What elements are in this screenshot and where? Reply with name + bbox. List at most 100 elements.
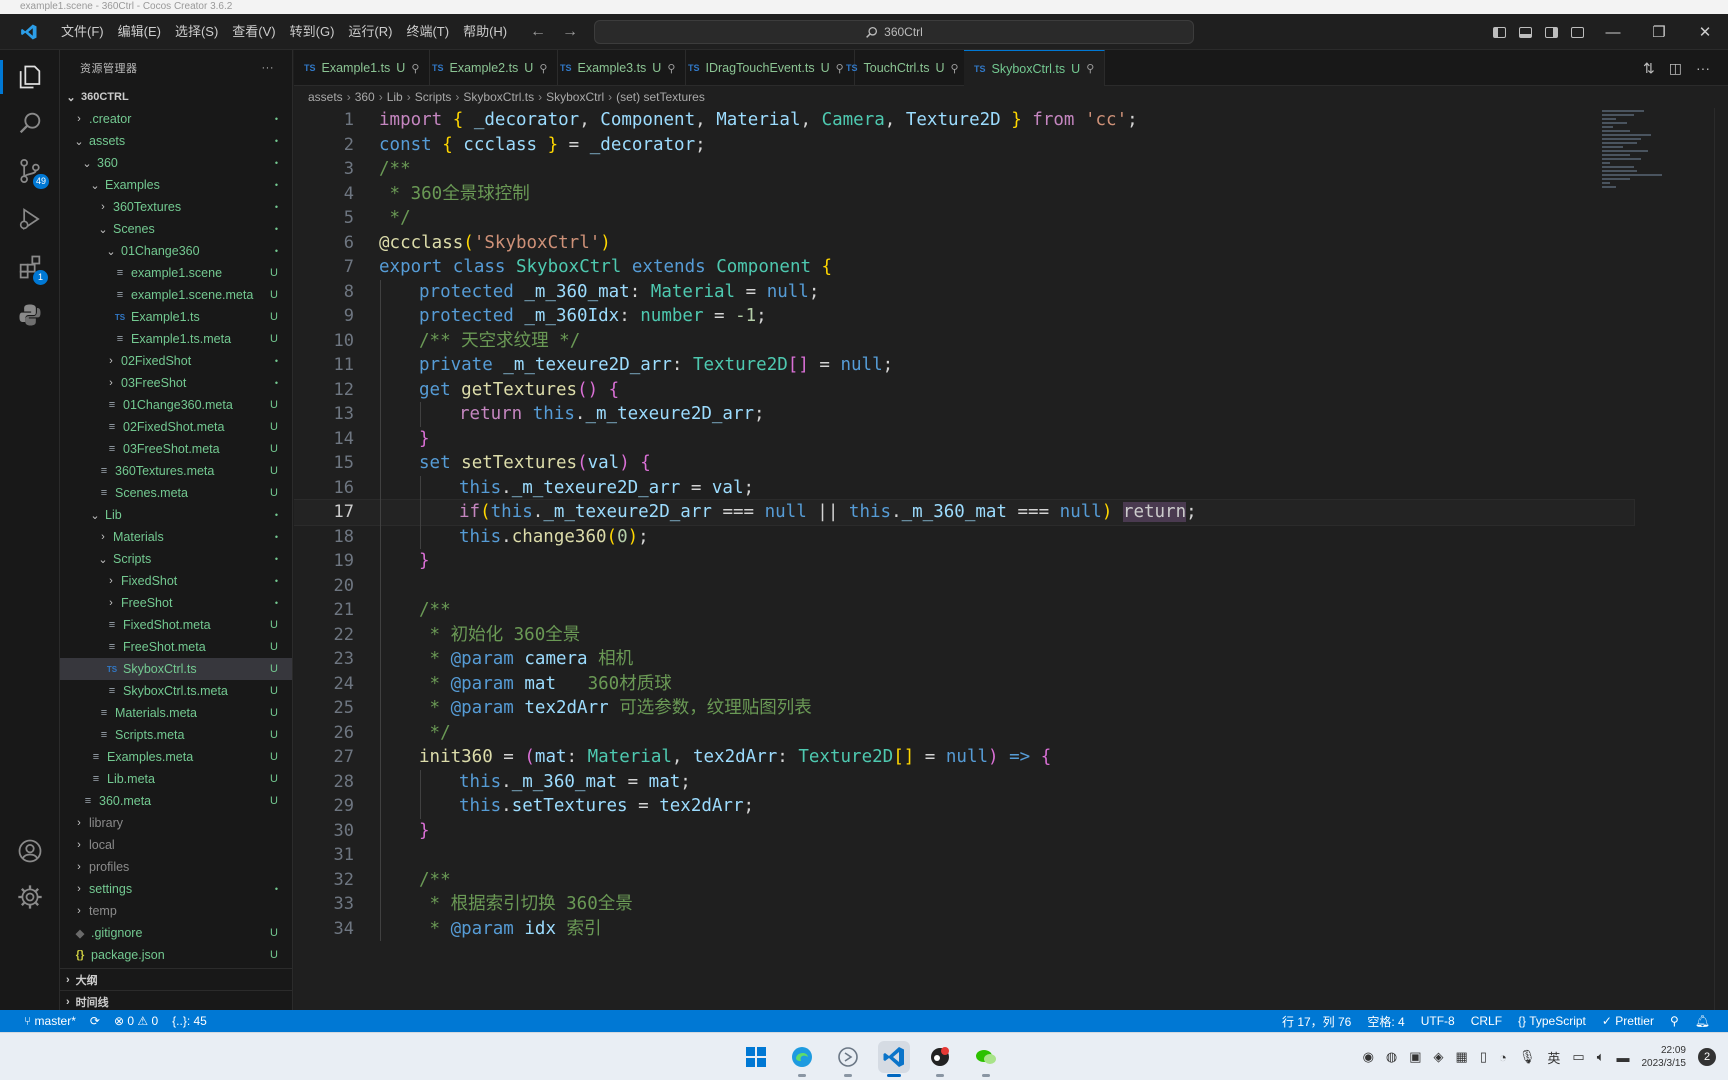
- code-line[interactable]: 3 /**: [294, 157, 1634, 182]
- editor-tab[interactable]: TS TouchCtrl.ts U ⚲: [836, 50, 970, 86]
- edge-browser-icon[interactable]: [786, 1041, 818, 1077]
- command-center-search[interactable]: 360Ctrl: [594, 20, 1194, 44]
- sync-icon[interactable]: ⟳: [90, 1014, 100, 1028]
- code-line[interactable]: 20: [294, 574, 1634, 599]
- code-line[interactable]: 17 if(this._m_texeure2D_arr === null || t…: [294, 499, 1635, 526]
- code-line[interactable]: 1 import { _decorator, Component, Materia…: [294, 108, 1634, 133]
- code-line[interactable]: 6 @ccclass('SkyboxCtrl'): [294, 231, 1634, 256]
- editor-scrollbar[interactable]: [1714, 108, 1728, 1010]
- menu-item[interactable]: 运行(R): [341, 14, 399, 50]
- breadcrumb-item[interactable]: SkyboxCtrl.ts: [463, 90, 534, 104]
- code-line[interactable]: 16 this._m_texeure2D_arr = val;: [294, 476, 1634, 501]
- close-window-button[interactable]: ✕: [1682, 14, 1728, 50]
- cocos-creator-icon[interactable]: [924, 1041, 956, 1077]
- tray-app-icon[interactable]: ▣: [1409, 1049, 1421, 1065]
- menu-item[interactable]: 查看(V): [225, 14, 282, 50]
- pin-icon[interactable]: ⚲: [411, 62, 419, 75]
- code-line[interactable]: 24 * @param mat 360材质球: [294, 672, 1634, 697]
- tree-item[interactable]: ≡ 03FreeShot.meta U: [60, 438, 292, 460]
- windows-start-icon[interactable]: [740, 1041, 772, 1073]
- breadcrumb-item[interactable]: (set) setTextures: [616, 90, 705, 104]
- tree-item[interactable]: ⌄ Scenes •: [60, 218, 292, 240]
- breadcrumb-item[interactable]: assets: [308, 90, 343, 104]
- notifications-bell-icon[interactable]: 🔔︎: [1695, 1014, 1710, 1028]
- tree-item[interactable]: ≡ FixedShot.meta U: [60, 614, 292, 636]
- restore-button[interactable]: ❐: [1636, 14, 1682, 50]
- code-line[interactable]: 11 private _m_texeure2D_arr: Texture2D[] …: [294, 353, 1634, 378]
- menu-item[interactable]: 文件(F): [54, 14, 111, 50]
- search-view-icon[interactable]: [0, 100, 60, 146]
- tree-item[interactable]: TS SkyboxCtrl.ts U: [60, 658, 292, 680]
- tree-item[interactable]: ⌄ Scripts •: [60, 548, 292, 570]
- menu-item[interactable]: 终端(T): [399, 14, 456, 50]
- minimize-button[interactable]: —: [1590, 14, 1636, 50]
- breadcrumb-item[interactable]: SkyboxCtrl: [546, 90, 604, 104]
- code-line[interactable]: 27 init360 = (mat: Material, tex2dArr: Te…: [294, 745, 1634, 770]
- tree-item[interactable]: ≡ FreeShot.meta U: [60, 636, 292, 658]
- tray-app-icon[interactable]: ◔: [1499, 1050, 1507, 1065]
- explorer-icon[interactable]: [0, 54, 60, 100]
- toggle-secondary-sidebar-icon[interactable]: [1538, 14, 1564, 50]
- tree-item[interactable]: › Materials •: [60, 526, 292, 548]
- source-control-icon[interactable]: 49: [0, 148, 60, 194]
- code-line[interactable]: 13 return this._m_texeure2D_arr;: [294, 402, 1634, 427]
- breadcrumb-item[interactable]: Lib: [387, 90, 403, 104]
- split-editor-icon[interactable]: ◫: [1669, 60, 1682, 77]
- editor-tab[interactable]: TS IDragTouchEvent.ts U ⚲: [678, 50, 855, 86]
- tree-item[interactable]: ⌄ 360 •: [60, 152, 292, 174]
- code-line[interactable]: 14}: [294, 427, 1634, 452]
- pin-icon[interactable]: ⚲: [1086, 62, 1094, 75]
- code-line[interactable]: 31: [294, 843, 1634, 868]
- tree-item[interactable]: › settings •: [60, 878, 292, 900]
- code-line[interactable]: 26 */: [294, 721, 1634, 746]
- editor-tab[interactable]: TS Example3.ts U ⚲: [550, 50, 687, 86]
- extensions-icon[interactable]: 1: [0, 244, 60, 290]
- formatter-status[interactable]: ✓ Prettier: [1602, 1014, 1654, 1028]
- tree-item[interactable]: ≡ example1.scene.meta U: [60, 284, 292, 306]
- tree-item[interactable]: › 03FreeShot •: [60, 372, 292, 394]
- code-line[interactable]: 25 * @param tex2dArr 可选参数，纹理贴图列表: [294, 696, 1634, 721]
- cursor-position[interactable]: 行 17，列 76: [1282, 1013, 1351, 1030]
- wechat-devtools-icon[interactable]: [970, 1041, 1002, 1077]
- menu-item[interactable]: 转到(G): [283, 14, 342, 50]
- code-line[interactable]: 2 const { ccclass } = _decorator;: [294, 133, 1634, 158]
- code-line[interactable]: 7 export class SkyboxCtrl extends Compone…: [294, 255, 1634, 280]
- pin-icon[interactable]: ⚲: [667, 62, 675, 75]
- code-line[interactable]: 29 this.setTextures = tex2dArr;: [294, 794, 1634, 819]
- tree-item[interactable]: ⌄ Examples •: [60, 174, 292, 196]
- code-editor[interactable]: 1 import { _decorator, Component, Materia…: [294, 108, 1728, 1010]
- breadcrumb-item[interactable]: Scripts: [415, 90, 452, 104]
- tree-item[interactable]: › temp: [60, 900, 292, 922]
- menu-item[interactable]: 选择(S): [168, 14, 225, 50]
- code-lines[interactable]: 1 import { _decorator, Component, Materia…: [294, 108, 1635, 941]
- notification-count-badge[interactable]: 2: [1698, 1048, 1716, 1066]
- ime-indicator[interactable]: 英: [1547, 1048, 1560, 1067]
- run-debug-icon[interactable]: [0, 196, 60, 242]
- vscode-taskbar-icon[interactable]: [878, 1041, 910, 1077]
- tray-app-icon[interactable]: ◍: [1386, 1049, 1397, 1065]
- open-changes-icon[interactable]: ⇅: [1643, 60, 1655, 77]
- code-line[interactable]: 10 /** 天空求纹理 */: [294, 329, 1634, 354]
- cocos-dashboard-icon[interactable]: [832, 1041, 864, 1077]
- branch-status[interactable]: ⑂ master*: [24, 1014, 76, 1028]
- tray-app-icon[interactable]: ◈: [1434, 1049, 1444, 1065]
- code-line[interactable]: 9 protected _m_360Idx: number = -1;: [294, 304, 1634, 329]
- toggle-primary-sidebar-icon[interactable]: [1486, 14, 1512, 50]
- minimap[interactable]: [1602, 108, 1672, 218]
- tree-item[interactable]: ≡ Materials.meta U: [60, 702, 292, 724]
- tree-item[interactable]: ≡ 02FixedShot.meta U: [60, 416, 292, 438]
- tree-item[interactable]: ≡ Example1.ts.meta U: [60, 328, 292, 350]
- pin-icon[interactable]: ⚲: [951, 62, 959, 75]
- menu-item[interactable]: 编辑(E): [111, 14, 168, 50]
- code-line[interactable]: 18 this.change360(0);: [294, 525, 1634, 550]
- tree-item[interactable]: ≡ Lib.meta U: [60, 768, 292, 790]
- language-mode[interactable]: {} TypeScript: [1518, 1014, 1586, 1028]
- timeline-section[interactable]: › 时间线: [60, 990, 292, 1010]
- live-share-icon[interactable]: ⚲: [1670, 1014, 1679, 1028]
- network-icon[interactable]: ▭: [1572, 1049, 1584, 1065]
- code-line[interactable]: 12 get getTextures() {: [294, 378, 1634, 403]
- code-line[interactable]: 32 /**: [294, 868, 1634, 893]
- more-editor-actions-icon[interactable]: ···: [1696, 60, 1710, 76]
- python-icon[interactable]: [0, 292, 60, 338]
- code-line[interactable]: 22 * 初始化 360全景: [294, 623, 1634, 648]
